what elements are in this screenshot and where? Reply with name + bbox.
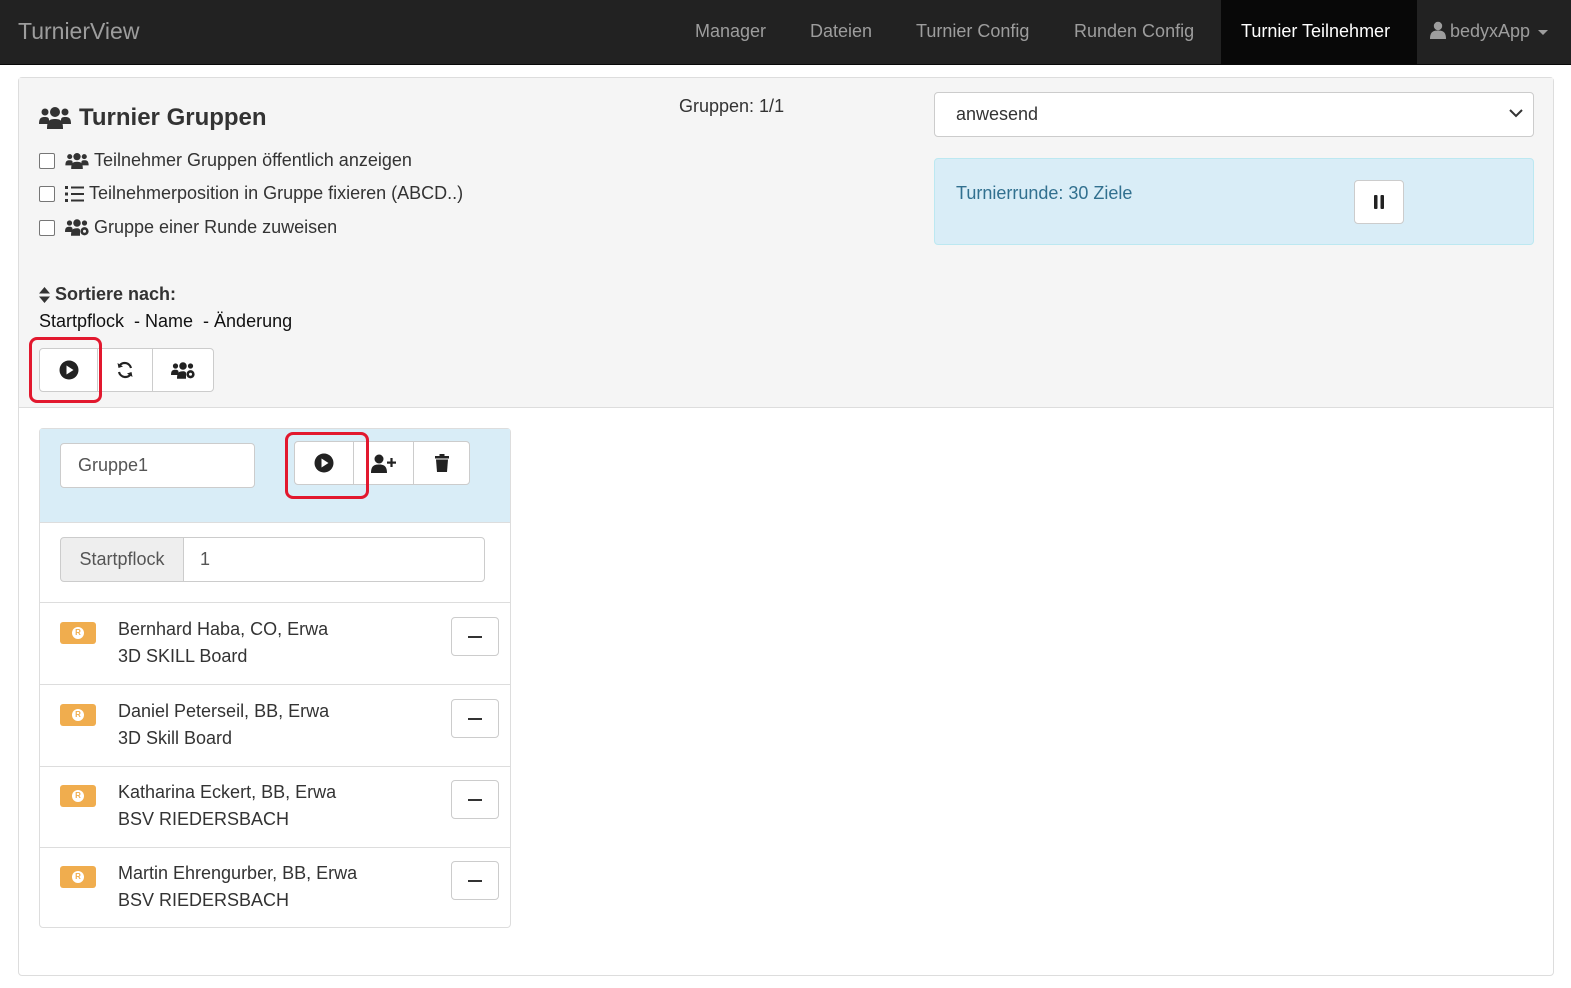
option-fix-position: Teilnehmerposition in Gruppe fixieren (A… bbox=[39, 183, 463, 204]
member-name: Martin Ehrengurber, BB, Erwa bbox=[118, 863, 358, 883]
sort-heading: Sortiere nach: bbox=[39, 284, 176, 305]
checkbox-assign-round[interactable] bbox=[39, 219, 55, 236]
panel-heading: Turnier Gruppen Teilnehmer Gruppen öffen… bbox=[19, 78, 1553, 408]
member-name: Bernhard Haba, CO, Erwa bbox=[118, 619, 329, 639]
page-title-text: Turnier Gruppen bbox=[79, 104, 267, 131]
option-assign-round: Gruppe einer Runde zuweisen bbox=[39, 217, 337, 238]
nav-manager[interactable]: Manager bbox=[695, 0, 766, 64]
option-label: Teilnehmerposition in Gruppe fixieren (A… bbox=[89, 183, 464, 203]
nav-turnier-teilnehmer[interactable]: Turnier Teilnehmer bbox=[1221, 0, 1417, 64]
sort-icon bbox=[39, 286, 50, 303]
top-navbar: TurnierView Manager Dateien Turnier Conf… bbox=[0, 0, 1571, 65]
refresh-button[interactable] bbox=[97, 348, 153, 392]
start-peg-label: Startpflock bbox=[60, 537, 184, 582]
member-club: BSV RIEDERSBACH bbox=[118, 809, 290, 829]
nav-turnier-config[interactable]: Turnier Config bbox=[916, 0, 1029, 64]
ordered-list-icon bbox=[65, 185, 84, 202]
users-icon bbox=[65, 152, 89, 169]
member-badge: R bbox=[60, 785, 96, 807]
nav-dateien[interactable]: Dateien bbox=[810, 0, 872, 64]
group-settings-button[interactable] bbox=[152, 348, 214, 392]
member-row: R Martin Ehrengurber, BB, Erwa BSV RIEDE… bbox=[40, 847, 510, 929]
member-badge: R bbox=[60, 866, 96, 888]
status-select[interactable]: anwesend bbox=[934, 92, 1534, 137]
option-label: Gruppe einer Runde zuweisen bbox=[94, 217, 338, 237]
group-card-header: Gruppe1 bbox=[40, 429, 510, 523]
minus-icon bbox=[468, 717, 482, 720]
nav-user-menu[interactable]: bedyxApp bbox=[1430, 0, 1549, 64]
group-count: Gruppen: 1/1 bbox=[679, 96, 785, 116]
badge-letter: R bbox=[72, 627, 84, 639]
users-icon bbox=[39, 107, 71, 129]
remove-member-button[interactable] bbox=[451, 617, 499, 656]
badge-letter: R bbox=[72, 790, 84, 802]
member-row: R Katharina Eckert, BB, Erwa BSV RIEDERS… bbox=[40, 766, 510, 848]
member-club: BSV RIEDERSBACH bbox=[118, 890, 290, 910]
group-card: Gruppe1 Startpflock 1 R Bernhard Haba, C… bbox=[39, 428, 511, 928]
start-peg-input[interactable]: 1 bbox=[183, 537, 485, 582]
sort-label-text: Sortiere nach: bbox=[55, 284, 177, 304]
user-icon bbox=[1430, 22, 1446, 40]
member-club: 3D SKILL Board bbox=[118, 646, 248, 666]
page-title: Turnier Gruppen bbox=[39, 104, 267, 132]
member-name: Daniel Peterseil, BB, Erwa bbox=[118, 701, 330, 721]
member-badge: R bbox=[60, 622, 96, 644]
chevron-down-icon bbox=[1509, 109, 1523, 118]
checkbox-fix-position[interactable] bbox=[39, 185, 55, 202]
member-row: R Daniel Peterseil, BB, Erwa 3D Skill Bo… bbox=[40, 685, 510, 767]
member-badge: R bbox=[60, 704, 96, 726]
member-name: Katharina Eckert, BB, Erwa bbox=[118, 782, 337, 802]
option-show-groups-public: Teilnehmer Gruppen öffentlich anzeigen bbox=[39, 150, 412, 171]
status-select-value: anwesend bbox=[956, 104, 1039, 124]
remove-member-button[interactable] bbox=[451, 780, 499, 819]
users-cog-icon bbox=[65, 219, 89, 236]
users-cog-icon bbox=[171, 361, 195, 379]
user-plus-icon bbox=[371, 454, 396, 473]
brand-link[interactable]: TurnierView bbox=[18, 0, 139, 62]
minus-icon bbox=[468, 798, 482, 801]
trash-icon bbox=[434, 454, 449, 472]
groups-panel: Turnier Gruppen Teilnehmer Gruppen öffen… bbox=[18, 77, 1554, 976]
caret-down-icon bbox=[1538, 29, 1549, 35]
remove-member-button[interactable] bbox=[451, 699, 499, 738]
minus-icon bbox=[468, 879, 482, 882]
start-peg-row: Startpflock 1 bbox=[40, 523, 510, 603]
highlight-box bbox=[29, 337, 102, 403]
refresh-icon bbox=[117, 361, 133, 379]
round-info-alert: Turnierrunde: 30 Ziele bbox=[934, 158, 1534, 245]
highlight-box bbox=[285, 432, 369, 499]
user-name: bedyxApp bbox=[1450, 21, 1531, 41]
checkbox-show-groups-public[interactable] bbox=[39, 152, 55, 169]
badge-letter: R bbox=[72, 709, 84, 721]
member-club: 3D Skill Board bbox=[118, 728, 233, 748]
minus-icon bbox=[468, 635, 482, 638]
delete-group-button[interactable] bbox=[413, 441, 470, 485]
pause-round-button[interactable] bbox=[1354, 180, 1404, 224]
badge-letter: R bbox=[72, 871, 84, 883]
nav-runden-config[interactable]: Runden Config bbox=[1074, 0, 1194, 64]
member-row: R Bernhard Haba, CO, Erwa 3D SKILL Board bbox=[40, 603, 510, 685]
round-info-text: Turnierrunde: 30 Ziele bbox=[956, 183, 1133, 203]
pause-icon bbox=[1374, 195, 1384, 209]
option-label: Teilnehmer Gruppen öffentlich anzeigen bbox=[94, 150, 412, 170]
remove-member-button[interactable] bbox=[451, 861, 499, 900]
sort-options[interactable]: Startpflock - Name - Änderung bbox=[39, 311, 292, 332]
group-name-input[interactable]: Gruppe1 bbox=[60, 443, 255, 488]
